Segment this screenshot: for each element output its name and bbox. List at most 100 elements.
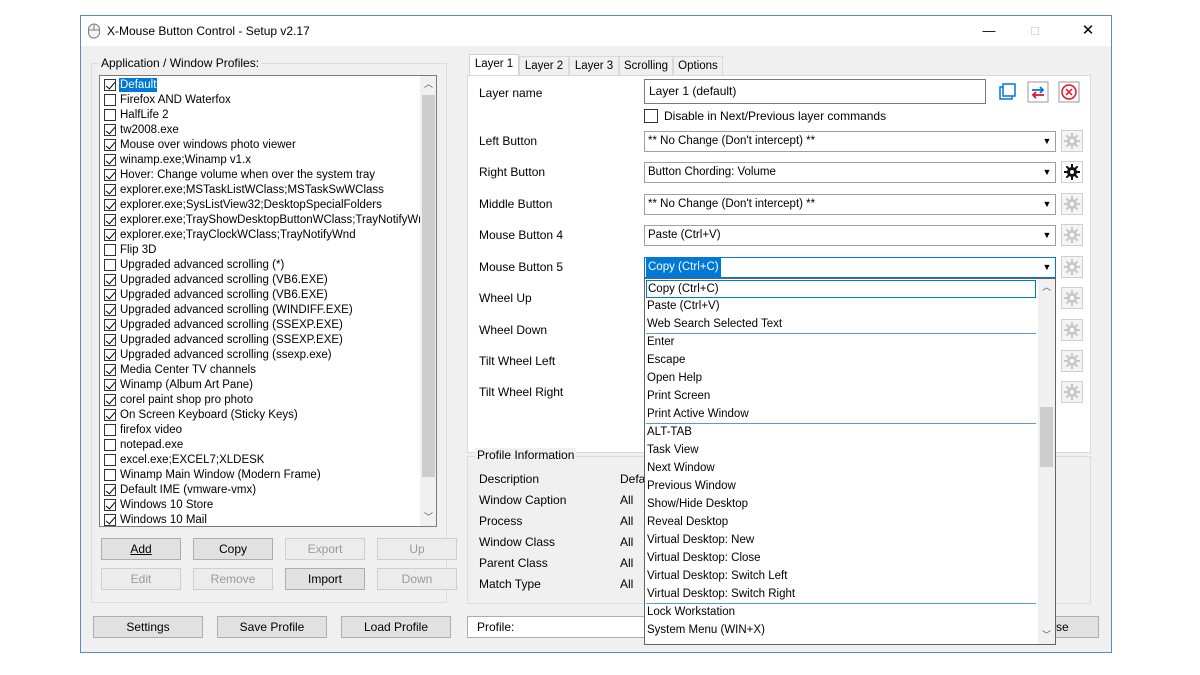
scroll-down-arrow-icon[interactable]: ﹀ <box>420 509 436 526</box>
dropdown-scroll-down-icon[interactable]: ﹀ <box>1038 627 1055 644</box>
gear-icon[interactable] <box>1061 130 1083 152</box>
profile-checkbox[interactable] <box>104 439 116 451</box>
dropdown-option[interactable]: Copy (Ctrl+C) <box>646 280 1036 298</box>
scroll-up-arrow-icon[interactable]: ︿ <box>420 76 436 93</box>
dropdown-option[interactable]: Virtual Desktop: New <box>646 532 1036 550</box>
dropdown-arrow-icon[interactable]: ▼ <box>1042 226 1052 245</box>
profile-checkbox[interactable] <box>104 199 116 211</box>
layer-name-input[interactable]: Layer 1 (default) <box>644 79 986 104</box>
profile-list-item[interactable]: HalfLife 2 <box>100 108 420 123</box>
tab-layer-2[interactable]: Layer 2 <box>519 56 569 76</box>
swap-layer-icon[interactable] <box>1027 81 1049 103</box>
profile-checkbox[interactable] <box>104 409 116 421</box>
profile-list-item[interactable]: Default IME (vmware-vmx) <box>100 483 420 498</box>
settings-button[interactable]: Settings <box>93 616 203 638</box>
profile-checkbox[interactable] <box>104 184 116 196</box>
tab-layer-3[interactable]: Layer 3 <box>569 56 619 76</box>
profile-list-item[interactable]: Windows 10 Mail <box>100 513 420 526</box>
dropdown-option[interactable]: Show/Hide Desktop <box>646 496 1036 514</box>
gear-icon[interactable] <box>1061 256 1083 278</box>
gear-icon[interactable] <box>1061 193 1083 215</box>
maximize-button[interactable]: □ <box>1012 16 1058 46</box>
profile-list-item[interactable]: tw2008.exe <box>100 123 420 138</box>
dropdown-option[interactable]: Open Help <box>646 370 1036 388</box>
disable-layer-checkbox[interactable] <box>644 109 658 123</box>
profiles-scrollbar[interactable]: ︿ ﹀ <box>420 76 436 526</box>
dropdown-arrow-icon[interactable]: ▼ <box>1042 258 1052 277</box>
profile-list-item[interactable]: Upgraded advanced scrolling (*) <box>100 258 420 273</box>
profile-checkbox[interactable] <box>104 499 116 511</box>
profile-checkbox[interactable] <box>104 244 116 256</box>
dropdown-option[interactable]: Virtual Desktop: Close <box>646 550 1036 568</box>
gear-icon[interactable] <box>1061 224 1083 246</box>
move-down-button[interactable]: Down <box>377 568 457 590</box>
load-profile-button[interactable]: Load Profile <box>341 616 451 638</box>
profile-list-item[interactable]: Upgraded advanced scrolling (SSEXP.EXE) <box>100 333 420 348</box>
action-select[interactable]: ** No Change (Don't intercept) ** ▼ <box>644 131 1056 152</box>
profile-checkbox[interactable] <box>104 364 116 376</box>
action-dropdown-list[interactable]: Copy (Ctrl+C) Paste (Ctrl+V) Web Search Se… <box>644 278 1056 645</box>
dropdown-option[interactable]: Previous Window <box>646 478 1036 496</box>
profile-list-item[interactable]: corel paint shop pro photo <box>100 393 420 408</box>
gear-icon[interactable] <box>1061 350 1083 372</box>
profile-list-item[interactable]: Hover: Change volume when over the syste… <box>100 168 420 183</box>
profile-list-item[interactable]: firefox video <box>100 423 420 438</box>
profile-checkbox[interactable] <box>104 289 116 301</box>
profile-checkbox[interactable] <box>104 79 116 91</box>
profiles-list[interactable]: Default Firefox AND Waterfox HalfLife 2 tw2… <box>99 75 437 527</box>
gear-icon[interactable] <box>1061 381 1083 403</box>
action-select[interactable]: ** No Change (Don't intercept) ** ▼ <box>644 194 1056 215</box>
profile-checkbox[interactable] <box>104 259 116 271</box>
profile-list-item[interactable]: winamp.exe;Winamp v1.x <box>100 153 420 168</box>
profiles-scroll-thumb[interactable] <box>422 95 435 477</box>
edit-profile-button[interactable]: Edit <box>101 568 181 590</box>
dropdown-arrow-icon[interactable]: ▼ <box>1042 163 1052 182</box>
profile-checkbox[interactable] <box>104 379 116 391</box>
profile-checkbox[interactable] <box>104 139 116 151</box>
profile-checkbox[interactable] <box>104 94 116 106</box>
close-button[interactable]: ✕ <box>1065 16 1111 46</box>
profile-list-item[interactable]: explorer.exe;SysListView32;DesktopSpecia… <box>100 198 420 213</box>
gear-icon[interactable] <box>1061 319 1083 341</box>
import-profile-button[interactable]: Import <box>285 568 365 590</box>
profile-list-item[interactable]: explorer.exe;MSTaskListWClass;MSTaskSwWC… <box>100 183 420 198</box>
profile-list-item[interactable]: explorer.exe;TrayShowDesktopButtonWClass… <box>100 213 431 228</box>
dropdown-option[interactable]: Enter <box>646 334 1036 352</box>
dropdown-scrollbar[interactable]: ︿ ﹀ <box>1038 279 1055 644</box>
dropdown-option[interactable]: Next Window <box>646 460 1036 478</box>
dropdown-option[interactable]: Reveal Desktop <box>646 514 1036 532</box>
copy-profile-button[interactable]: Copy <box>193 538 273 560</box>
reset-layer-icon[interactable] <box>1058 81 1080 103</box>
profile-checkbox[interactable] <box>104 319 116 331</box>
profile-checkbox[interactable] <box>104 274 116 286</box>
dropdown-arrow-icon[interactable]: ▼ <box>1042 132 1052 151</box>
profile-list-item[interactable]: Media Center TV channels <box>100 363 420 378</box>
title-bar[interactable]: X-Mouse Button Control - Setup v2.17 — □… <box>81 16 1111 46</box>
profile-list-item[interactable]: Upgraded advanced scrolling (VB6.EXE) <box>100 273 420 288</box>
action-select[interactable]: Paste (Ctrl+V) ▼ <box>644 225 1056 246</box>
profile-list-item[interactable]: Upgraded advanced scrolling (SSEXP.EXE) <box>100 318 420 333</box>
dropdown-option[interactable]: Task View <box>646 442 1036 460</box>
profile-list-item[interactable]: On Screen Keyboard (Sticky Keys) <box>100 408 420 423</box>
profile-checkbox[interactable] <box>104 154 116 166</box>
profile-checkbox[interactable] <box>104 514 116 526</box>
profile-checkbox[interactable] <box>104 469 116 481</box>
action-select[interactable]: Copy (Ctrl+C) ▼ <box>644 257 1056 278</box>
dropdown-option[interactable]: Print Active Window <box>646 406 1036 424</box>
dropdown-option[interactable]: Virtual Desktop: Switch Left <box>646 568 1036 586</box>
dropdown-option[interactable]: Escape <box>646 352 1036 370</box>
dropdown-option[interactable]: Virtual Desktop: Switch Right <box>646 586 1036 604</box>
gear-icon[interactable] <box>1061 161 1083 183</box>
profile-list-item[interactable]: Upgraded advanced scrolling (ssexp.exe) <box>100 348 420 363</box>
profile-checkbox[interactable] <box>104 214 116 226</box>
dropdown-scroll-thumb[interactable] <box>1040 407 1053 467</box>
save-profile-button[interactable]: Save Profile <box>217 616 327 638</box>
profile-checkbox[interactable] <box>104 349 116 361</box>
profile-list-item[interactable]: excel.exe;EXCEL7;XLDESK <box>100 453 420 468</box>
profile-list-item[interactable]: explorer.exe;TrayClockWClass;TrayNotifyW… <box>100 228 420 243</box>
export-profile-button[interactable]: Export <box>285 538 365 560</box>
tab-layer-1[interactable]: Layer 1 <box>469 54 519 76</box>
profile-checkbox[interactable] <box>104 484 116 496</box>
dropdown-scroll-up-icon[interactable]: ︿ <box>1038 279 1055 296</box>
move-up-button[interactable]: Up <box>377 538 457 560</box>
